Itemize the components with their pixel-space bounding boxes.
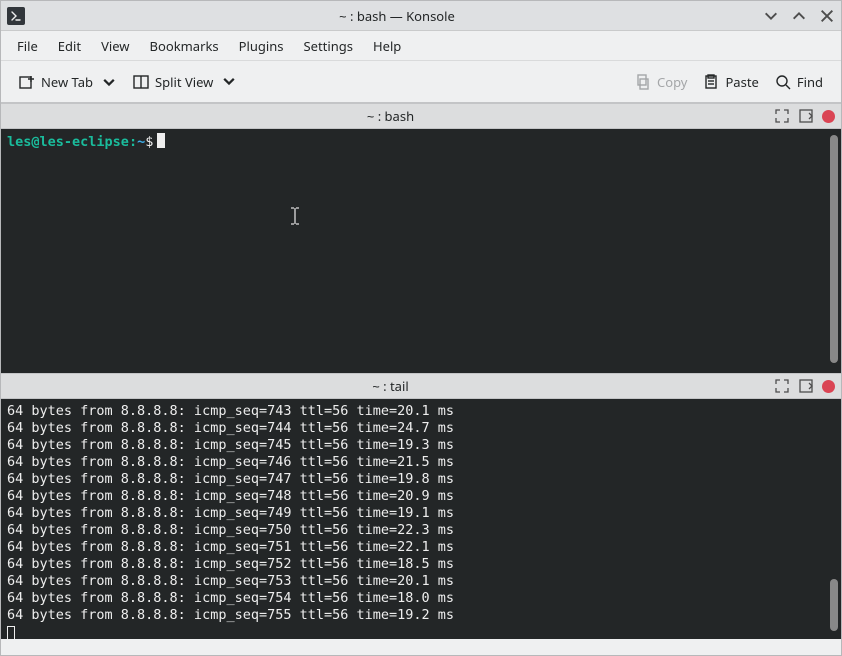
split-view-icon (133, 74, 149, 90)
terminal-pane-top[interactable]: les@les-eclipse:~$ (1, 129, 841, 373)
menu-help[interactable]: Help (365, 33, 409, 59)
prompt-symbol: $ (145, 134, 153, 150)
mouse-ibeam-cursor (289, 207, 301, 225)
minimize-button[interactable] (763, 8, 779, 24)
chevron-down-icon (101, 75, 117, 91)
text-cursor (157, 133, 165, 148)
paste-button[interactable]: Paste (695, 69, 766, 95)
prompt-path: ~ (137, 134, 145, 150)
terminal-bottom-content: 64 bytes from 8.8.8.8: icmp_seq=743 ttl=… (1, 399, 841, 639)
titlebar: ~ : bash — Konsole (1, 1, 841, 31)
pane-top-title: ~ : bash (7, 107, 774, 125)
new-tab-label: New Tab (41, 73, 93, 91)
paste-icon (703, 74, 719, 90)
new-tab-button[interactable]: New Tab (11, 69, 125, 95)
copy-icon (635, 74, 651, 90)
split-view-button[interactable]: Split View (125, 69, 245, 95)
scrollbar[interactable] (830, 135, 838, 363)
close-button[interactable] (819, 8, 835, 24)
split-view-label: Split View (155, 73, 213, 91)
menu-bookmarks[interactable]: Bookmarks (142, 33, 227, 59)
menu-file[interactable]: File (9, 33, 46, 59)
maximize-button[interactable] (791, 8, 807, 24)
menu-view[interactable]: View (93, 33, 137, 59)
prompt-user: les (7, 134, 31, 150)
paste-label: Paste (725, 73, 758, 91)
search-icon (775, 74, 791, 90)
menu-plugins[interactable]: Plugins (231, 33, 292, 59)
move-pane-icon[interactable] (798, 108, 814, 124)
app-icon (7, 7, 25, 25)
toolbar: New Tab Split View Copy Paste Find (1, 61, 841, 103)
scrollbar[interactable] (830, 579, 838, 631)
move-pane-icon[interactable] (798, 378, 814, 394)
find-label: Find (797, 73, 823, 91)
new-tab-icon (19, 74, 35, 90)
chevron-down-icon (221, 74, 237, 90)
maximize-pane-icon[interactable] (774, 378, 790, 394)
text-cursor-outline (7, 626, 15, 639)
terminal-pane-bottom[interactable]: 64 bytes from 8.8.8.8: icmp_seq=743 ttl=… (1, 399, 841, 639)
prompt-host: les-eclipse (40, 134, 129, 150)
menu-settings[interactable]: Settings (296, 33, 361, 59)
close-pane-icon[interactable] (822, 110, 835, 123)
menu-edit[interactable]: Edit (50, 33, 89, 59)
copy-button[interactable]: Copy (627, 69, 695, 95)
copy-label: Copy (657, 73, 687, 91)
find-button[interactable]: Find (767, 69, 831, 95)
menubar: File Edit View Bookmarks Plugins Setting… (1, 31, 841, 61)
terminal-top-content: les@les-eclipse:~$ (1, 129, 841, 155)
window-title: ~ : bash — Konsole (31, 7, 763, 25)
close-pane-icon[interactable] (822, 380, 835, 393)
maximize-pane-icon[interactable] (774, 108, 790, 124)
pane-bottom-title: ~ : tail (7, 377, 774, 395)
pane-header-top: ~ : bash (1, 103, 841, 129)
pane-header-bottom: ~ : tail (1, 373, 841, 399)
